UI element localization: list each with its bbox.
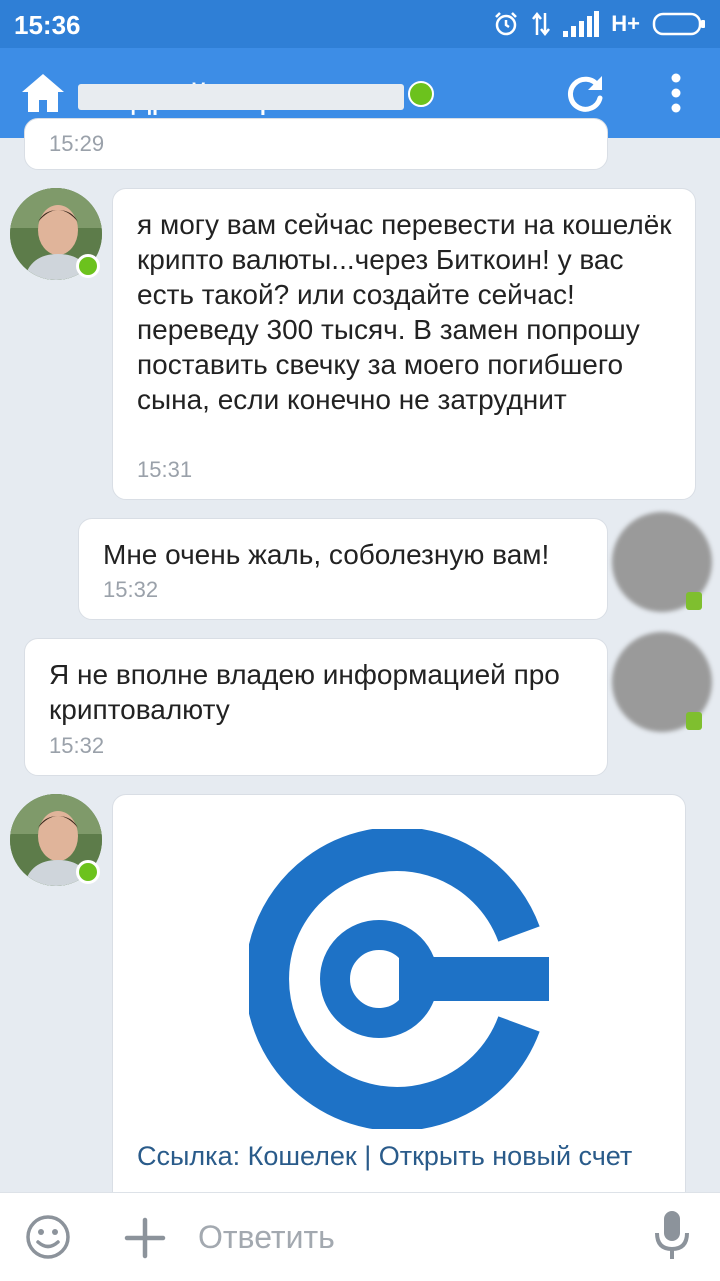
refresh-button[interactable] xyxy=(562,70,608,116)
message-text: Мне очень жаль, соболезную вам! xyxy=(103,539,550,570)
message-time: 15:29 xyxy=(49,131,105,156)
message-time: 15:31 xyxy=(137,457,193,482)
battery-icon xyxy=(652,12,705,36)
message-bubble[interactable]: я могу вам сейчас перевести на кошелёк к… xyxy=(112,188,696,500)
refresh-icon xyxy=(567,76,603,112)
message-time: 15:32 xyxy=(49,733,105,758)
read-indicator xyxy=(686,712,702,730)
status-bar: 15:36 H+ xyxy=(0,0,720,48)
message-bubble[interactable]: Мне очень жаль, соболезную вам! 15:32 xyxy=(78,518,608,620)
link-line[interactable]: Ссылка: Кошелек | Открыть новый счет xyxy=(137,1141,632,1172)
microphone-icon xyxy=(655,1211,689,1259)
sender-online-indicator xyxy=(76,860,100,884)
link-prefix: Ссылка: xyxy=(137,1141,241,1171)
chat-title[interactable]: Андрей Варинов xyxy=(78,64,408,124)
status-time: 15:36 xyxy=(14,10,81,40)
network-type: H+ xyxy=(611,11,640,36)
reply-input[interactable] xyxy=(196,1211,620,1263)
online-indicator xyxy=(408,81,434,107)
more-vertical-icon xyxy=(671,73,681,113)
attach-button[interactable] xyxy=(124,1217,166,1259)
message-bubble-partial: 15:29 xyxy=(24,118,608,170)
circle-c-logo xyxy=(249,829,549,1129)
plus-icon xyxy=(124,1217,166,1259)
voice-message-button[interactable] xyxy=(652,1209,692,1263)
read-indicator xyxy=(686,592,702,610)
message-bubble[interactable]: Я не вполне владею информацией про крипт… xyxy=(24,638,608,776)
message-time: 15:32 xyxy=(103,577,159,602)
alarm-icon xyxy=(495,12,518,36)
signal-icon xyxy=(563,11,600,37)
more-menu-button[interactable] xyxy=(662,70,690,116)
emoji-button[interactable] xyxy=(24,1213,72,1261)
emoji-icon xyxy=(26,1215,70,1259)
link-title[interactable]: Кошелек | Открыть новый счет xyxy=(248,1141,633,1171)
status-icons: H+ xyxy=(493,8,706,40)
sender-online-indicator xyxy=(76,254,100,278)
redaction-mark xyxy=(78,84,404,110)
home-icon xyxy=(22,74,64,112)
link-preview-bubble[interactable]: Ссылка: Кошелек | Открыть новый счет xyxy=(112,794,686,1214)
message-text: я могу вам сейчас перевести на кошелёк к… xyxy=(137,209,672,415)
data-transfer-icon xyxy=(532,11,551,37)
message-text: Я не вполне владею информацией про крипт… xyxy=(49,659,560,725)
reply-bar xyxy=(0,1192,720,1281)
home-button[interactable] xyxy=(20,70,66,116)
